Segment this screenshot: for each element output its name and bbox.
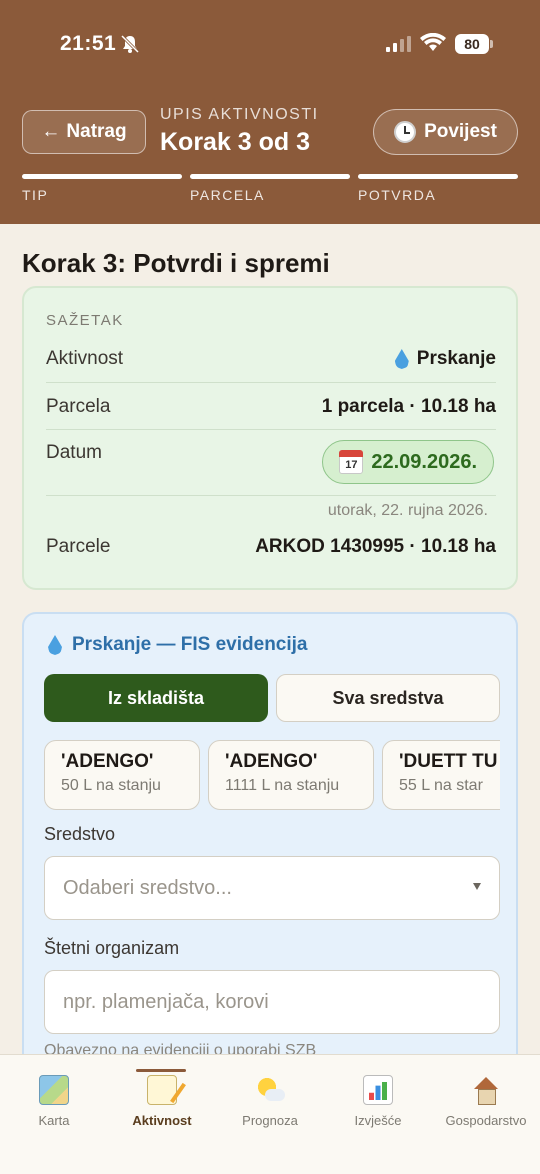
battery-level: 80 <box>455 34 489 54</box>
summary-caption: SAŽETAK <box>46 312 124 329</box>
summary-card: SAŽETAK Aktivnost Prskanje Parcela 1 par… <box>22 286 518 590</box>
product-stock: 1111 L na stanju <box>225 777 340 794</box>
tab-label: Prognoza <box>242 1113 298 1128</box>
pest-input[interactable]: npr. plamenjača, korovi <box>44 970 500 1034</box>
product-stock: 55 L na star <box>399 777 483 794</box>
wifi-icon <box>420 33 446 51</box>
step-label: POTVRDA <box>358 187 437 203</box>
product-select[interactable]: Odaberi sredstvo... <box>44 856 500 920</box>
tab-gospodarstvo[interactable]: Gospodarstvo <box>432 1071 540 1128</box>
product-label: Sredstvo <box>44 824 116 844</box>
product-name: 'ADENGO' <box>61 751 154 772</box>
tab-aktivnost[interactable]: Aktivnost <box>108 1069 216 1128</box>
fis-title: Prskanje — FIS evidencija <box>72 634 308 655</box>
summary-key: Aktivnost <box>46 348 124 369</box>
tab-label: Gospodarstvo <box>445 1113 527 1128</box>
summary-key: Datum <box>46 442 102 463</box>
history-button[interactable]: Povijest <box>373 109 518 155</box>
tab-izvjesce[interactable]: Izvješće <box>324 1071 432 1128</box>
arrow-left-icon: ← <box>41 121 61 142</box>
pest-label: Štetni organizam <box>44 938 180 958</box>
header-subtitle: UPIS AKTIVNOSTI <box>160 106 319 123</box>
step-indicator: TIP PARCELA POTVRDA <box>22 174 518 204</box>
back-button[interactable]: ← Natrag <box>22 110 146 154</box>
back-button-label: Natrag <box>66 121 127 142</box>
product-name: 'ADENGO' <box>225 751 318 772</box>
date-value: 22.09.2026. <box>371 450 477 473</box>
bell-off-icon <box>120 34 140 54</box>
summary-key: Parcela <box>46 396 111 417</box>
clock-icon <box>394 121 417 143</box>
droplet-icon <box>48 635 62 655</box>
tab-label: Karta <box>38 1113 70 1128</box>
header-title-group: UPIS AKTIVNOSTI Korak 3 od 3 <box>160 106 319 157</box>
sun-cloud-icon <box>255 1075 285 1105</box>
tab-all-products[interactable]: Sva sredstva <box>276 674 500 722</box>
date-picker-button[interactable]: 17 22.09.2026. <box>322 440 494 484</box>
page-title: Korak 3 od 3 <box>160 128 311 156</box>
calendar-icon: 17 <box>339 450 364 474</box>
memo-icon <box>147 1075 177 1105</box>
date-long-text: utorak, 22. rujna 2026. <box>327 502 488 519</box>
summary-value: Prskanje <box>416 348 496 369</box>
step-tip: TIP <box>22 174 182 203</box>
tab-label: Izvješće <box>354 1113 402 1128</box>
step-potvrda: POTVRDA <box>358 174 518 203</box>
product-chip[interactable]: 'ADENGO' 50 L na stanju <box>44 740 200 810</box>
bar-chart-icon <box>363 1075 393 1105</box>
status-bar: 21:51 80 <box>0 28 540 60</box>
map-icon <box>39 1075 69 1105</box>
pest-input-placeholder: npr. plamenjača, korovi <box>63 990 269 1013</box>
step-label: TIP <box>22 187 49 203</box>
tab-prognoza[interactable]: Prognoza <box>216 1071 324 1128</box>
product-chip[interactable]: 'DUETT TU 55 L na star <box>382 740 500 810</box>
step-parcela: PARCELA <box>190 174 350 203</box>
house-icon <box>471 1075 501 1105</box>
summary-value: ARKOD 1430995 · 10.18 ha <box>255 536 496 557</box>
battery-icon: 80 <box>455 34 493 54</box>
summary-key: Parcele <box>46 536 111 557</box>
history-button-label: Povijest <box>424 121 497 142</box>
droplet-icon <box>394 349 409 369</box>
chevron-down-icon <box>473 883 481 890</box>
product-select-placeholder: Odaberi sredstvo... <box>63 876 232 899</box>
summary-value: 1 parcela · 10.18 ha <box>321 396 496 417</box>
product-name: 'DUETT TU <box>399 751 498 772</box>
step-heading: Korak 3: Potvrdi i spremi <box>22 248 330 278</box>
status-time: 21:51 <box>60 32 117 55</box>
step-label: PARCELA <box>190 187 265 203</box>
app-header: 21:51 80 ← Natrag UPIS AKTIVNOSTI Korak … <box>0 0 540 224</box>
tab-label: Aktivnost <box>132 1113 192 1128</box>
tab-from-stock[interactable]: Iz skladišta <box>44 674 268 722</box>
product-stock: 50 L na stanju <box>61 777 161 794</box>
signal-icon <box>386 36 411 52</box>
product-chip[interactable]: 'ADENGO' 1111 L na stanju <box>208 740 374 810</box>
bottom-tab-bar: Karta Aktivnost Prognoza Izvješće Gospod… <box>0 1054 540 1174</box>
product-chip-list[interactable]: 'ADENGO' 50 L na stanju 'ADENGO' 1111 L … <box>44 740 500 812</box>
tab-karta[interactable]: Karta <box>0 1071 108 1128</box>
